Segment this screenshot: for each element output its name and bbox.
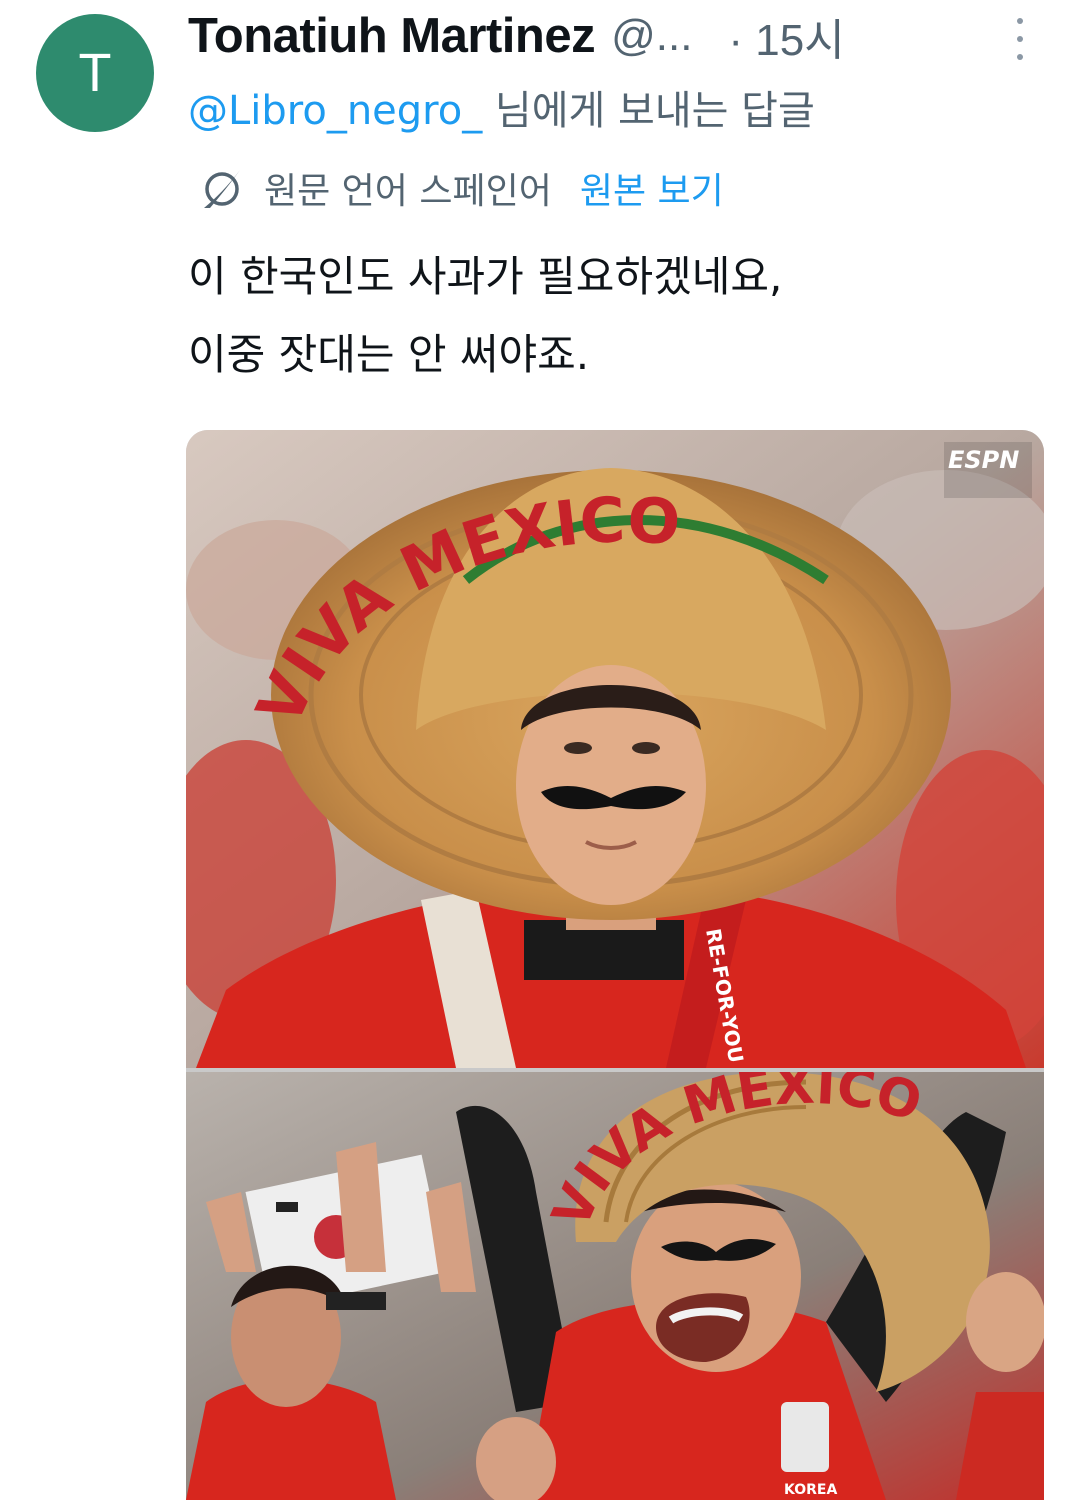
translation-notice: 원문 언어 스페인어 원본 보기 <box>198 162 724 214</box>
tweet-text-line: 이 한국인도 사과가 필요하겠네요, <box>188 252 783 301</box>
sombrero-fan-photo: VIVA MEXICO RE-FOR-YOU ESPN <box>186 430 1044 1068</box>
author-avatar[interactable]: T <box>36 14 154 132</box>
cheering-fans-photo: KOREA VIVA MEXICO <box>186 1072 1044 1500</box>
tweet-text-line: 이중 잣대는 안 써야죠. <box>188 330 590 379</box>
reply-context-text: 님에게 보내는 답글 <box>482 88 815 134</box>
show-original-link[interactable]: 원본 보기 <box>580 162 724 214</box>
tweet-text: 이 한국인도 사과가 필요하겠네요, 이중 잣대는 안 써야죠. <box>188 238 782 394</box>
espn-logo-icon: ESPN <box>944 442 1032 498</box>
author-handle[interactable]: @... <box>611 11 692 61</box>
author-name[interactable]: Tonatiuh Martinez <box>188 8 596 64</box>
svg-text:ESPN: ESPN <box>948 446 1019 474</box>
reply-context: @Libro_negro_ 님에게 보내는 답글 <box>188 78 815 136</box>
media-photo-2[interactable]: KOREA VIVA MEXICO <box>186 1072 1044 1500</box>
translate-icon <box>204 170 240 208</box>
jersey-text: KOREA <box>784 1482 837 1498</box>
tweet-time[interactable]: · 15시 <box>728 4 844 68</box>
translation-language-label: 원문 언어 스페인어 <box>264 171 552 212</box>
more-options-icon[interactable] <box>1008 18 1032 60</box>
reply-mention-link[interactable]: @Libro_negro_ <box>188 88 482 134</box>
media-photo-1[interactable]: VIVA MEXICO RE-FOR-YOU ESPN <box>186 430 1044 1068</box>
tweet-media-grid[interactable]: VIVA MEXICO RE-FOR-YOU ESPN KOREA VIVA M… <box>186 430 1044 1500</box>
tweet-header: Tonatiuh Martinez @... · 15시 <box>188 6 845 66</box>
